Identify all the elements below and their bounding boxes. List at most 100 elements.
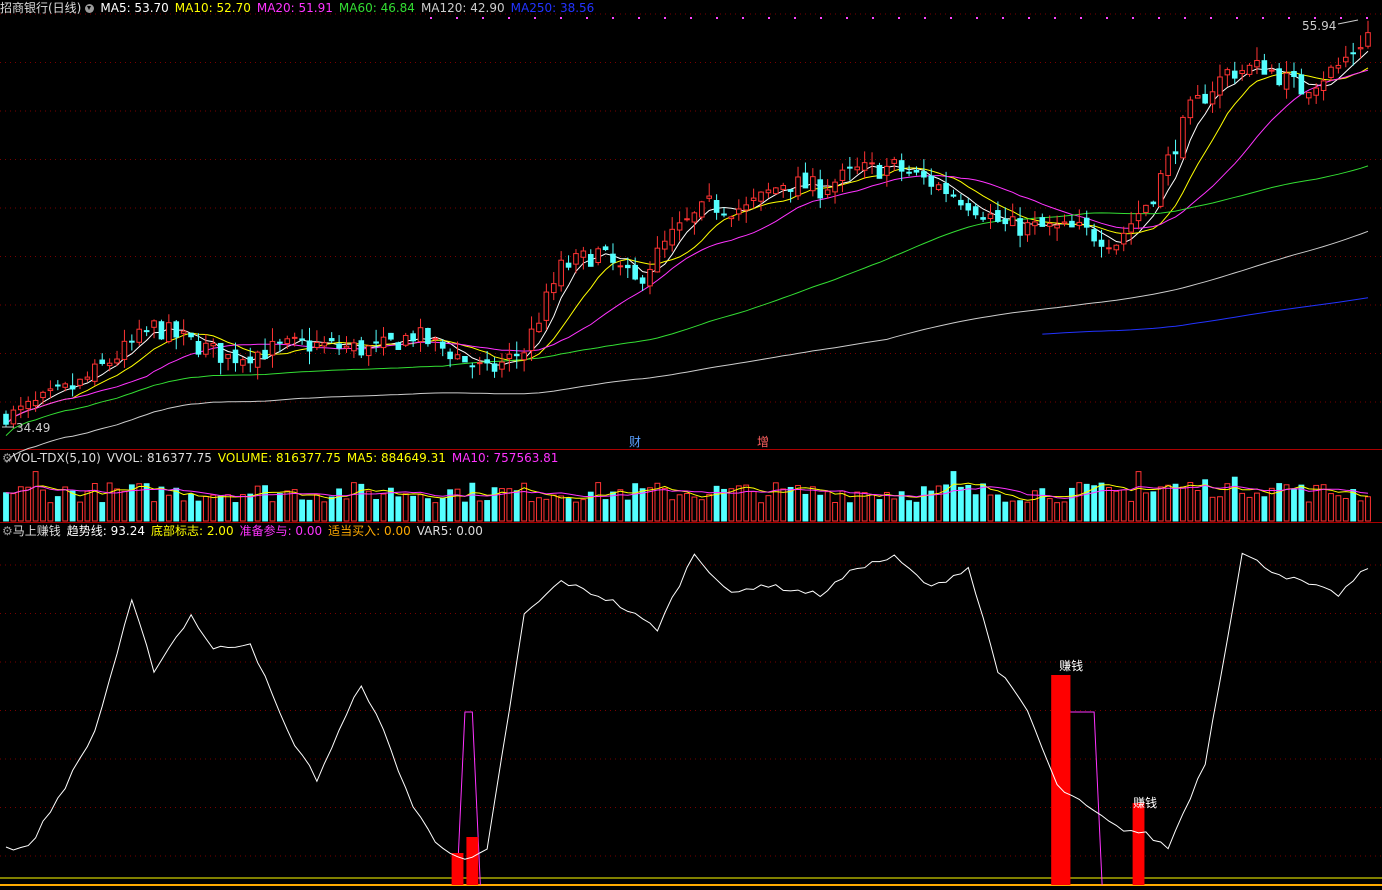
volume-bar (647, 487, 653, 522)
candle-body (180, 330, 187, 334)
volume-bar (1217, 496, 1223, 522)
candle-body (225, 354, 231, 359)
volume-bar (772, 482, 779, 522)
candle-body (1128, 223, 1134, 233)
candle-body (151, 320, 157, 328)
trend-line (5, 552, 1369, 860)
candle-body (454, 354, 461, 360)
candle-body (1187, 99, 1194, 119)
candle-body (580, 250, 587, 258)
volume-bar (77, 501, 83, 522)
candle-body (410, 333, 416, 342)
gear-icon[interactable]: ⚙ (2, 451, 13, 465)
top-marker-dot (1158, 17, 1160, 19)
top-marker-dot (612, 17, 614, 19)
candle-body (1039, 217, 1046, 227)
volume-bar (669, 499, 676, 522)
volume-bar (365, 490, 372, 522)
candle-body (1024, 222, 1031, 236)
candle-body (854, 166, 861, 171)
top-marker-dot (924, 17, 926, 19)
volume-bar (795, 485, 801, 522)
volume-bar (425, 498, 431, 522)
ma20-value: MA20: 51.91 (256, 1, 333, 15)
top-marker-dot (508, 17, 510, 19)
candle-body (1091, 229, 1097, 242)
volume-bar (1350, 489, 1357, 522)
candle-body (210, 342, 217, 347)
ma5-line (5, 50, 1369, 425)
volume-bar (780, 488, 787, 522)
grid-lines (0, 13, 1382, 857)
vol-name: VOL-TDX(5,10) (12, 451, 101, 465)
volume-bar (913, 501, 920, 522)
volume-bar (225, 494, 231, 522)
volume-bar (350, 482, 357, 522)
candle-body (1194, 95, 1201, 99)
ma5-value: MA5: 53.70 (100, 1, 169, 15)
volume-bar (32, 471, 39, 522)
volume-bar (151, 501, 157, 522)
candle-body (114, 358, 120, 364)
candle-body (1298, 74, 1305, 95)
candlesticks[interactable] (3, 20, 1371, 428)
candle-body (365, 345, 372, 357)
volume-legend: ⚙VOL-TDX(5,10) VVOL: 816377.75 VOLUME: 816… (0, 450, 564, 466)
legend-menu-icon[interactable] (85, 4, 95, 13)
volume-bar (373, 499, 380, 522)
volume-bar (402, 493, 409, 522)
candle-body (661, 240, 668, 250)
volume-bar (62, 486, 69, 522)
volume-bar (1187, 481, 1194, 522)
volume-bar (439, 497, 446, 522)
candle-body (1054, 224, 1060, 229)
volume-bar (247, 493, 254, 522)
candle-body (802, 172, 809, 189)
volume-bars[interactable] (3, 471, 1371, 522)
candle-body (1032, 221, 1038, 227)
volume-bar (276, 493, 283, 522)
volume-bar (417, 494, 424, 522)
candle-body (1283, 72, 1290, 90)
volume-bar (262, 485, 268, 522)
volume-bar (69, 490, 76, 522)
volume-bar (1298, 484, 1305, 522)
top-marker-dot (716, 17, 718, 19)
top-marker-dot (1236, 17, 1238, 19)
top-marker-dot (976, 17, 978, 19)
candle-body (462, 356, 468, 363)
candle-body (1017, 218, 1023, 236)
volume-bar (706, 493, 713, 522)
candle-body (1150, 201, 1157, 205)
candle-body (499, 361, 505, 370)
candle-body (1224, 69, 1231, 76)
volume-bar (291, 489, 298, 522)
volume-bar (550, 494, 557, 522)
volume-bar (920, 486, 927, 522)
candle-body (92, 363, 98, 382)
candle-body (425, 327, 431, 345)
candle-body (299, 338, 305, 341)
volume-bar (1113, 490, 1120, 522)
candle-body (254, 351, 261, 368)
indicator-legend: ⚙马上赚钱 趋势线: 93.24 底部标志: 2.00 准备参与: 0.00 适当买入:… (0, 523, 489, 539)
stock-chart[interactable]: 55.9434.49财 增赚钱赚钱 (0, 0, 1382, 890)
volume-bar (1143, 492, 1149, 522)
candle-body (1328, 66, 1334, 78)
volume-bar (1194, 490, 1201, 522)
candle-body (336, 343, 342, 349)
candle-body (469, 365, 476, 368)
volume-bar (846, 502, 853, 522)
gear-icon[interactable]: ⚙ (2, 524, 13, 538)
candle-body (810, 176, 816, 192)
volume-bar (410, 495, 417, 522)
candle-body (795, 176, 801, 197)
volume-bar (1083, 483, 1090, 522)
candle-body (565, 262, 572, 268)
volume-bar (165, 494, 172, 522)
indicator-panel[interactable] (0, 552, 1382, 886)
volume-bar (269, 501, 276, 522)
volume-bar (950, 471, 957, 522)
volume-bar (239, 494, 246, 522)
volume-bar (180, 500, 187, 522)
